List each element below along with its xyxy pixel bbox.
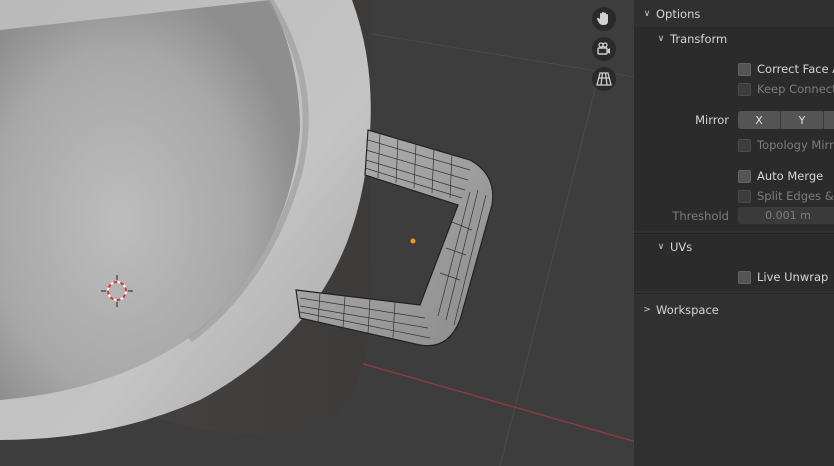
split-edges-checkbox[interactable]: Split Edges & F — [738, 187, 834, 205]
object-origin — [410, 238, 416, 244]
perspective-grid-icon[interactable] — [592, 67, 616, 91]
workspace-label: Workspace — [656, 303, 719, 317]
divider — [634, 233, 834, 234]
split-edges-label: Split Edges & F — [757, 189, 834, 203]
checkbox-box[interactable] — [738, 82, 751, 96]
transform-label: Transform — [670, 32, 728, 46]
uvs-label: UVs — [670, 240, 693, 254]
checkbox-box[interactable] — [738, 62, 751, 76]
tool-options-panel: ∨ Options ∨ Transform Correct Face At Ke… — [634, 0, 834, 466]
topology-mirror-label: Topology Mirro — [757, 138, 834, 152]
auto-merge-label: Auto Merge — [757, 169, 824, 183]
divider — [634, 293, 834, 294]
mirror-z-button[interactable]: Z — [824, 111, 834, 129]
keep-connected-checkbox[interactable]: Keep Connecte — [738, 80, 834, 98]
hand-pan-icon[interactable] — [592, 7, 616, 31]
topology-mirror-checkbox[interactable]: Topology Mirro — [738, 136, 834, 154]
transform-header[interactable]: ∨ Transform — [634, 27, 834, 51]
correct-face-attributes-label: Correct Face At — [757, 62, 834, 76]
live-unwrap-checkbox[interactable]: Live Unwrap — [738, 268, 828, 286]
mirror-x-button[interactable]: X — [738, 111, 781, 129]
chevron-right-icon: > — [643, 305, 651, 315]
live-unwrap-label: Live Unwrap — [757, 270, 829, 284]
keep-connected-label: Keep Connecte — [757, 82, 834, 96]
threshold-field[interactable]: 0.001 m — [738, 207, 834, 224]
auto-merge-checkbox[interactable]: Auto Merge — [738, 167, 823, 185]
chevron-down-icon: ∨ — [657, 34, 665, 44]
checkbox-box[interactable] — [738, 270, 751, 284]
options-header[interactable]: ∨ Options — [634, 2, 834, 26]
checkbox-box[interactable] — [738, 189, 751, 203]
chevron-down-icon: ∨ — [643, 9, 651, 19]
correct-face-attributes-checkbox[interactable]: Correct Face At — [738, 60, 834, 78]
camera-view-icon[interactable] — [592, 37, 616, 61]
uvs-header[interactable]: ∨ UVs — [634, 235, 834, 259]
threshold-label: Threshold — [672, 209, 729, 223]
workspace-header[interactable]: > Workspace — [634, 298, 834, 322]
checkbox-box[interactable] — [738, 169, 751, 183]
chevron-down-icon: ∨ — [657, 242, 665, 252]
mirror-label: Mirror — [695, 113, 729, 127]
checkbox-box[interactable] — [738, 138, 751, 152]
mirror-y-button[interactable]: Y — [781, 111, 824, 129]
options-label: Options — [656, 7, 701, 21]
